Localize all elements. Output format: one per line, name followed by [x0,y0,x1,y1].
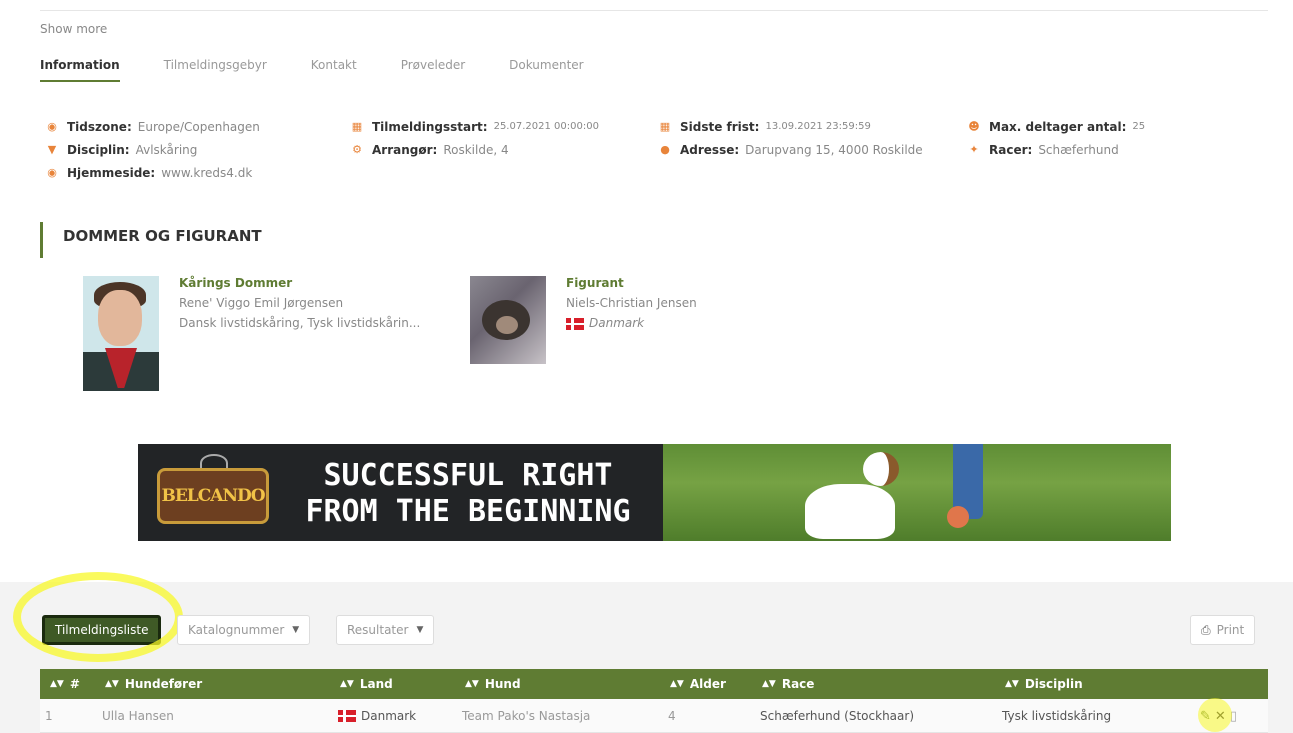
figurant-name[interactable]: Niels-Christian Jensen [566,296,697,316]
figurant-card: Figurant Niels-Christian Jensen Danmark [470,276,697,364]
tab-dokumenter[interactable]: Dokumenter [509,58,583,82]
info-tilmeldingsstart: ▦ Tilmeldingsstart: 25.07.2021 00:00:00 [351,119,599,134]
banner-image [663,444,1171,541]
print-button[interactable]: ⎙ Print [1190,615,1256,645]
row-number: 1 [45,709,53,723]
row-actions: ✎ ✕ ▯ [1200,699,1237,733]
col-race[interactable]: ▲▼ Race [762,669,814,699]
row-country: Danmark [338,699,416,733]
trophy-icon: ▼ [47,143,57,156]
people-icon: ☻ [968,120,980,133]
edit-icon[interactable]: ✎ [1200,709,1211,724]
sort-icon: ▲▼ [670,679,684,689]
banner-left: BELCANDO SUCCESSFUL RIGHT FROM THE BEGIN… [138,444,663,541]
col-alder[interactable]: ▲▼ Alder [670,669,726,699]
row-discipline: Tysk livstidskåring [1002,709,1112,723]
info-tabs: Information Tilmeldingsgebyr Kontakt Prø… [40,58,628,82]
row-age: 4 [668,709,676,723]
judge-disciplines: Dansk livstidskåring, Tysk livstidskårin… [179,316,421,330]
banner-headline: SUCCESSFUL RIGHT FROM THE BEGINNING [305,458,631,529]
info-column-2: ▦ Tilmeldingsstart: 25.07.2021 00:00:00 … [351,115,599,161]
info-tidszone: ◉ Tidszone: Europe/Copenhagen [47,119,260,134]
figurant-country: Danmark [566,316,697,336]
info-adresse: ● Adresse: Darupvang 15, 4000 Roskilde [660,142,923,157]
dog-illustration [805,484,895,539]
sort-icon: ▲▼ [105,679,119,689]
row-handler: Ulla Hansen [102,709,174,723]
katalognummer-dropdown[interactable]: Katalognummer ▼ [177,615,311,645]
tilmeldingsliste-button[interactable]: Tilmeldingsliste [42,615,162,645]
col-land[interactable]: ▲▼ Land [340,669,393,699]
info-max-deltager: ☻ Max. deltager antal: 25 [968,119,1146,134]
col-number[interactable]: ▲▼ # [50,669,80,699]
col-disciplin[interactable]: ▲▼ Disciplin [1005,669,1083,699]
figurant-info: Figurant Niels-Christian Jensen Danmark [566,276,697,364]
info-arrangor: ⚙ Arrangør: Roskilde, 4 [352,142,509,157]
caret-down-icon: ▼ [292,625,300,635]
advertisement-banner[interactable]: BELCANDO SUCCESSFUL RIGHT FROM THE BEGIN… [138,444,1171,541]
trash-icon[interactable]: ▯ [1230,709,1237,724]
printer-icon: ⎙ [1201,622,1211,637]
calendar-icon: ▦ [659,120,671,133]
tab-kontakt[interactable]: Kontakt [311,58,357,82]
map-marker-icon: ● [660,143,670,156]
sort-icon: ▲▼ [340,679,354,689]
info-disciplin: ▼ Disciplin: Avlskåring [47,142,198,157]
gear-icon: ⚙ [352,143,362,156]
caret-down-icon: ▼ [416,625,424,635]
row-race: Schæferhund (Stockhaar) [760,709,915,723]
calendar-icon: ▦ [351,120,363,133]
tab-tilmeldingsgebyr[interactable]: Tilmeldingsgebyr [164,58,267,82]
sort-icon: ▲▼ [465,679,479,689]
judge-card: Kårings Dommer Rene' Viggo Emil Jørgense… [83,276,420,391]
info-hjemmeside: ◉ Hjemmeside: www.kreds4.dk [47,165,253,180]
sort-icon: ▲▼ [1005,679,1019,689]
col-hundefoerer[interactable]: ▲▼ Hundefører [105,669,202,699]
tab-information[interactable]: Information [40,58,120,82]
participants-section: Tilmeldingsliste Katalognummer ▼ Resultat… [0,572,1293,733]
tab-proveleder[interactable]: Prøveleder [401,58,465,82]
col-hund[interactable]: ▲▼ Hund [465,669,521,699]
sort-icon: ▲▼ [50,679,64,689]
info-column-1: ◉ Tidszone: Europe/Copenhagen ▼ Discipli… [46,115,260,184]
judge-name[interactable]: Rene' Viggo Emil Jørgensen [179,296,420,316]
row-dog: Team Pako's Nastasja [462,709,591,723]
danish-flag-icon [338,710,356,722]
table-row[interactable]: 1 Ulla Hansen Danmark Team Pako's Nastas… [40,699,1268,733]
website-link[interactable]: www.kreds4.dk [161,166,252,180]
belcando-logo: BELCANDO [157,468,269,524]
globe-icon: ◉ [47,166,57,179]
top-divider [40,10,1268,11]
table-header: ▲▼ # ▲▼ Hundefører ▲▼ Land ▲▼ Hund ▲▼ Alder ▲… [40,669,1268,699]
judge-info: Kårings Dommer Rene' Viggo Emil Jørgense… [179,276,420,391]
event-info: ◉ Tidszone: Europe/Copenhagen ▼ Discipli… [46,115,1246,195]
info-column-4: ☻ Max. deltager antal: 25 ✦ Racer: Schæf… [968,115,1145,161]
judge-role: Kårings Dommer [179,276,293,290]
info-column-3: ▦ Sidste frist: 13.09.2021 23:59:59 ● Ad… [659,115,923,161]
resultater-dropdown[interactable]: Resultater ▼ [336,615,435,645]
info-racer: ✦ Racer: Schæferhund [969,142,1119,157]
section-title: DOMMER OG FIGURANT [40,222,262,258]
sort-icon: ▲▼ [762,679,776,689]
close-icon[interactable]: ✕ [1215,709,1226,724]
danish-flag-icon [566,317,584,330]
info-sidste-frist: ▦ Sidste frist: 13.09.2021 23:59:59 [659,119,871,134]
figurant-role: Figurant [566,276,624,290]
paw-icon: ✦ [969,143,979,156]
globe-icon: ◉ [47,120,57,133]
figurant-photo [470,276,546,364]
judge-photo [83,276,159,391]
show-more-link[interactable]: Show more [40,22,107,36]
